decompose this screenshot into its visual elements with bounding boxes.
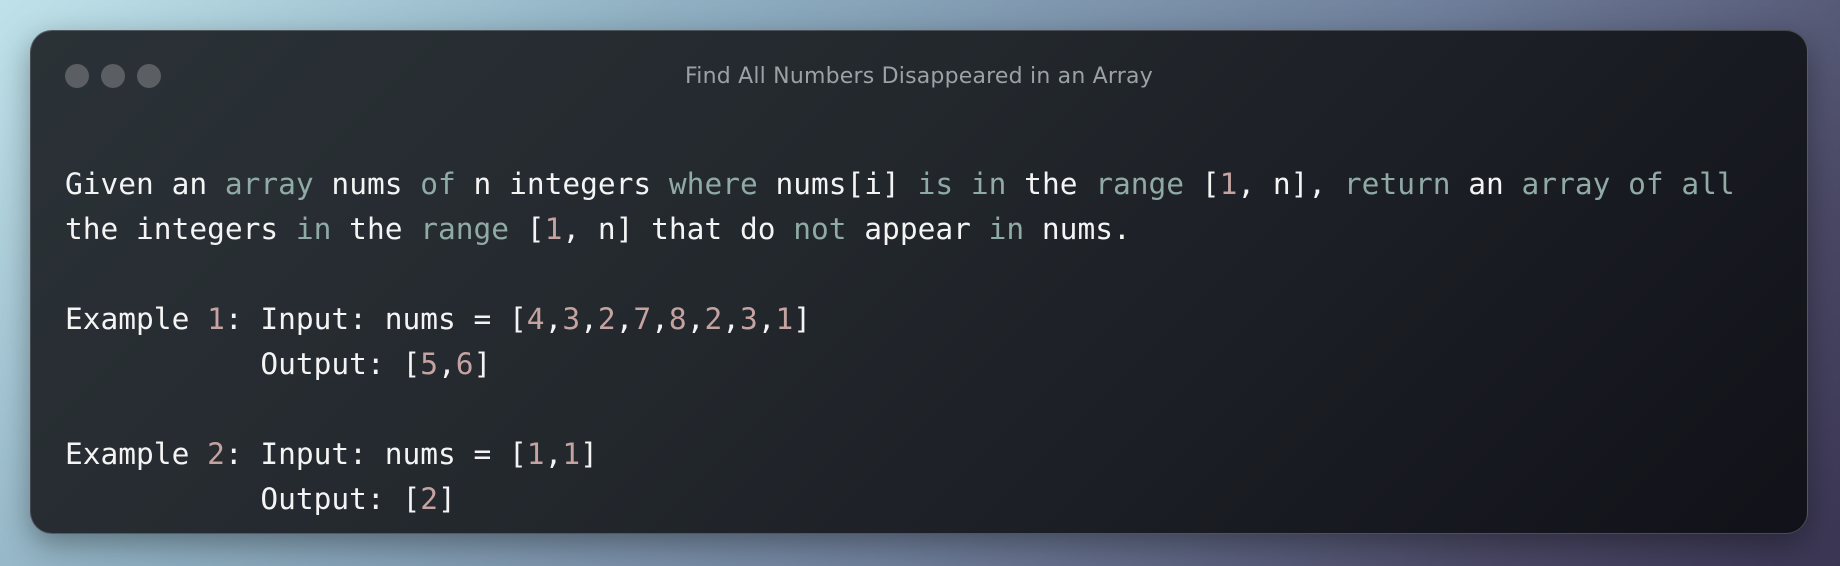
text-token: : Input: nums = [ <box>224 302 527 336</box>
text-token: , <box>722 302 740 336</box>
code-line: Given an array nums of n integers where … <box>65 162 1735 207</box>
text-token: ] <box>473 347 492 381</box>
text-token: an <box>1450 167 1522 201</box>
text-token: , <box>437 347 456 381</box>
keyword-token: return <box>1343 167 1451 201</box>
text-token: , n], <box>1237 167 1344 201</box>
keyword-token: array <box>1521 167 1611 201</box>
keyword-token: in <box>295 212 332 246</box>
text-token: nums <box>313 167 421 201</box>
text-token: , <box>615 302 634 336</box>
text-token: , n] that do <box>562 212 794 246</box>
text-token: , <box>544 437 563 471</box>
number-token: 5 <box>420 347 438 381</box>
keyword-token: range <box>420 212 510 246</box>
code-block: Given an array nums of n integers where … <box>65 162 1735 522</box>
code-line: Output: [2] <box>65 477 1735 522</box>
number-token: 1 <box>526 437 545 471</box>
text-token: Example <box>65 302 208 336</box>
keyword-token: not <box>793 212 847 246</box>
keyword-token: where <box>668 167 758 201</box>
number-token: 1 <box>1219 167 1238 201</box>
code-window: Find All Numbers Disappeared in an Array… <box>30 30 1808 534</box>
number-token: 1 <box>562 437 581 471</box>
text-token: Example <box>65 437 208 471</box>
text-token: , <box>651 302 669 336</box>
number-token: 8 <box>668 302 687 336</box>
text-token: ] <box>793 302 812 336</box>
number-token: 2 <box>597 302 616 336</box>
number-token: 1 <box>775 302 794 336</box>
number-token: 1 <box>544 212 563 246</box>
code-line: Example 1: Input: nums = [4,3,2,7,8,2,3,… <box>65 297 1735 342</box>
text-token: Output: [ <box>65 482 421 516</box>
keyword-token: array <box>224 167 314 201</box>
keyword-token: in <box>970 167 1007 201</box>
number-token: 4 <box>526 302 545 336</box>
number-token: 3 <box>739 302 758 336</box>
text-token: [ <box>1184 167 1220 201</box>
text-token: Given an <box>65 167 225 201</box>
text-token: the integers <box>65 212 296 246</box>
text-token: n integers <box>455 167 669 201</box>
text-token: ] <box>580 437 598 471</box>
code-line: Output: [5,6] <box>65 342 1735 387</box>
text-token: , <box>686 302 705 336</box>
number-token: 6 <box>455 347 474 381</box>
code-line: the integers in the range [1, n] that do… <box>65 207 1735 252</box>
keyword-token: of <box>1628 167 1664 201</box>
code-line: Example 2: Input: nums = [1,1] <box>65 432 1735 477</box>
text-token: the <box>1006 167 1096 201</box>
text-token: , <box>544 302 563 336</box>
number-token: 2 <box>420 482 438 516</box>
text-token: nums. <box>1024 212 1131 246</box>
text-token: : Input: nums = [ <box>224 437 527 471</box>
text-token: ] <box>437 482 456 516</box>
number-token: 2 <box>704 302 723 336</box>
text-token: appear <box>846 212 989 246</box>
window-title: Find All Numbers Disappeared in an Array <box>685 64 1153 89</box>
keyword-token: range <box>1095 167 1185 201</box>
keyword-token: of <box>420 167 456 201</box>
text-token: , <box>757 302 776 336</box>
number-token: 2 <box>207 437 225 471</box>
number-token: 7 <box>633 302 652 336</box>
text-token: , <box>580 302 598 336</box>
number-token: 1 <box>207 302 225 336</box>
number-token: 3 <box>562 302 581 336</box>
keyword-token: all <box>1681 167 1735 201</box>
keyword-token: in <box>988 212 1025 246</box>
text-token: Output: [ <box>65 347 421 381</box>
keyword-token: is <box>917 167 954 201</box>
text-token: [ <box>509 212 545 246</box>
text-token: the <box>331 212 421 246</box>
text-token: nums[i] <box>757 167 918 201</box>
